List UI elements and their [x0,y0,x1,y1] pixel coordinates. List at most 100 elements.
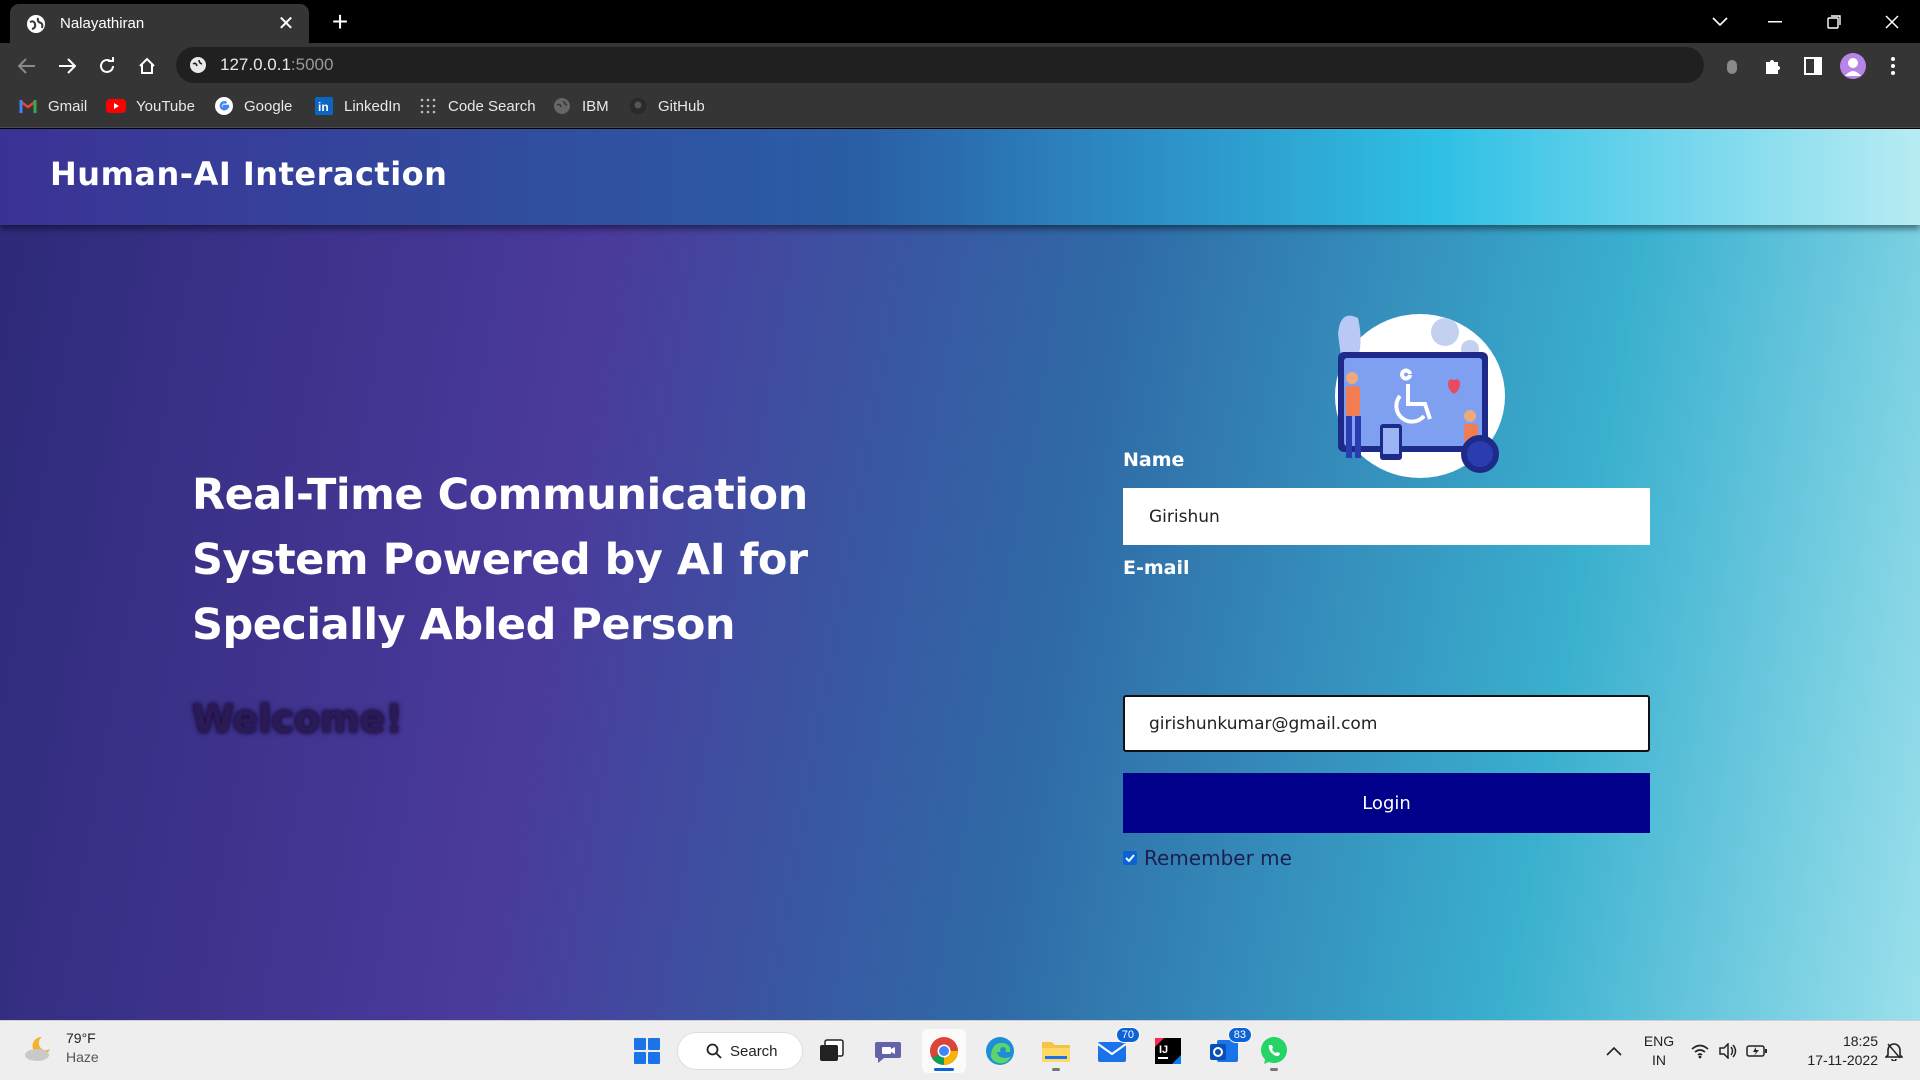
running-indicator [1052,1068,1060,1071]
browser-toolbar: 127.0.0.1:5000 [0,43,1920,88]
whatsapp-icon [1261,1037,1287,1064]
bookmark-ibm[interactable]: IBM [552,88,609,124]
bell-icon [1885,1043,1903,1061]
chat-icon [875,1042,901,1063]
email-label: E-mail [1123,557,1190,579]
site-header: Human-AI Interaction [0,129,1920,225]
gmail-icon [18,96,38,116]
mail-badge: 70 [1115,1027,1140,1043]
start-button[interactable] [625,1029,669,1073]
side-panel-button[interactable] [1796,49,1830,83]
site-title: Human-AI Interaction [50,155,448,193]
bookmark-youtube[interactable]: YouTube [106,88,195,124]
region-code: IN [1652,1052,1666,1068]
email-input[interactable] [1123,695,1650,752]
show-hidden-icons-button[interactable] [1592,1029,1636,1073]
forward-button[interactable] [50,49,84,83]
whatsapp-button[interactable] [1252,1029,1296,1073]
checkmark-icon [1125,854,1135,862]
intellij-icon: IJ [1155,1038,1181,1064]
search-icon [706,1043,722,1059]
side-panel-icon [1804,57,1822,75]
globe-icon [27,14,45,33]
address-bar[interactable]: 127.0.0.1:5000 [176,47,1704,83]
menu-button[interactable] [1876,49,1910,83]
accessibility-illustration [1335,314,1505,478]
chevron-down-icon [1712,16,1728,26]
tab-search-button[interactable] [1692,0,1748,43]
restore-button[interactable] [1806,0,1862,43]
battery-charging-icon [1746,1045,1767,1057]
remember-me[interactable]: Remember me [1123,846,1292,870]
clock[interactable]: 18:25 17-11-2022 [1788,1032,1878,1070]
edge-icon [986,1037,1014,1065]
time-text: 18:25 [1842,1033,1878,1049]
chrome-taskbar-button[interactable] [922,1029,966,1073]
weather-widget[interactable]: 79°F Haze [22,1029,99,1067]
svg-text:IJ: IJ [1159,1044,1168,1056]
back-button[interactable] [10,49,44,83]
url-port: :5000 [290,55,334,74]
teams-badge: 83 [1227,1027,1252,1043]
svg-text:in: in [318,100,329,114]
bookmark-code-search[interactable]: Code Search [418,88,536,124]
windows-taskbar: 79°F Haze Search 70 IJ 83 ENG IN 18:25 1… [0,1020,1920,1080]
name-input[interactable] [1123,488,1650,545]
more-vertical-icon [1891,57,1895,75]
minimize-icon [1768,20,1782,22]
teams-chat-button[interactable] [866,1029,910,1073]
reload-button[interactable] [90,49,124,83]
running-indicator [1270,1068,1278,1071]
volume-icon [1719,1043,1737,1059]
moon-cloud-icon [25,1036,50,1061]
intellij-button[interactable]: IJ [1146,1029,1190,1073]
bookmark-linkedin[interactable]: in LinkedIn [314,88,401,124]
reload-icon [100,57,114,73]
minimize-button[interactable] [1747,0,1803,43]
extension-button[interactable] [1715,49,1749,83]
file-explorer-button[interactable] [1034,1029,1078,1073]
weather-condition: Haze [66,1049,99,1065]
tab-title: Nalayathiran [60,15,145,32]
language-indicator[interactable]: ENG IN [1634,1032,1684,1070]
taskbar-search[interactable]: Search [678,1033,802,1069]
bookmark-label: YouTube [136,97,195,115]
teams-button[interactable]: 83 [1202,1027,1252,1073]
name-label: Name [1123,449,1185,471]
remember-label: Remember me [1144,846,1292,870]
edge-taskbar-button[interactable] [978,1029,1022,1073]
network-volume-battery[interactable] [1684,1029,1774,1073]
url-host: 127.0.0.1 [220,55,291,74]
globe-icon [552,96,572,116]
new-tab-button[interactable]: + [325,8,355,38]
browser-tab-bar: Nalayathiran ✕ + [0,0,1920,43]
youtube-icon [106,96,126,116]
chevron-up-icon [1606,1046,1622,1056]
close-tab-icon[interactable]: ✕ [273,11,299,36]
notifications-button[interactable] [1876,1029,1912,1073]
linkedin-icon: in [314,96,334,116]
profile-button[interactable] [1836,49,1870,83]
github-icon [628,96,648,116]
bookmark-google[interactable]: Google [214,88,292,124]
bookmark-label: Code Search [448,97,536,115]
chrome-icon [930,1037,958,1065]
mail-button[interactable]: 70 [1090,1027,1140,1073]
close-window-button[interactable] [1864,0,1920,43]
site-info-icon [190,57,206,73]
home-button[interactable] [130,49,164,83]
url-text: 127.0.0.1:5000 [220,55,333,75]
lang-code: ENG [1643,1033,1675,1049]
bookmark-github[interactable]: GitHub [628,88,705,124]
home-icon [139,57,155,74]
task-view-button[interactable] [810,1029,854,1073]
search-label: Search [730,1042,778,1060]
login-button[interactable]: Login [1123,773,1650,833]
browser-tab[interactable]: Nalayathiran ✕ [10,4,309,43]
bookmark-gmail[interactable]: Gmail [18,88,87,124]
date-text: 17-11-2022 [1807,1052,1878,1068]
remember-checkbox[interactable] [1123,851,1137,865]
welcome-text: Welcome! [192,697,403,741]
bookmarks-bar: Gmail YouTube Google in LinkedIn Code Se… [0,88,1920,128]
extensions-button[interactable] [1756,49,1790,83]
